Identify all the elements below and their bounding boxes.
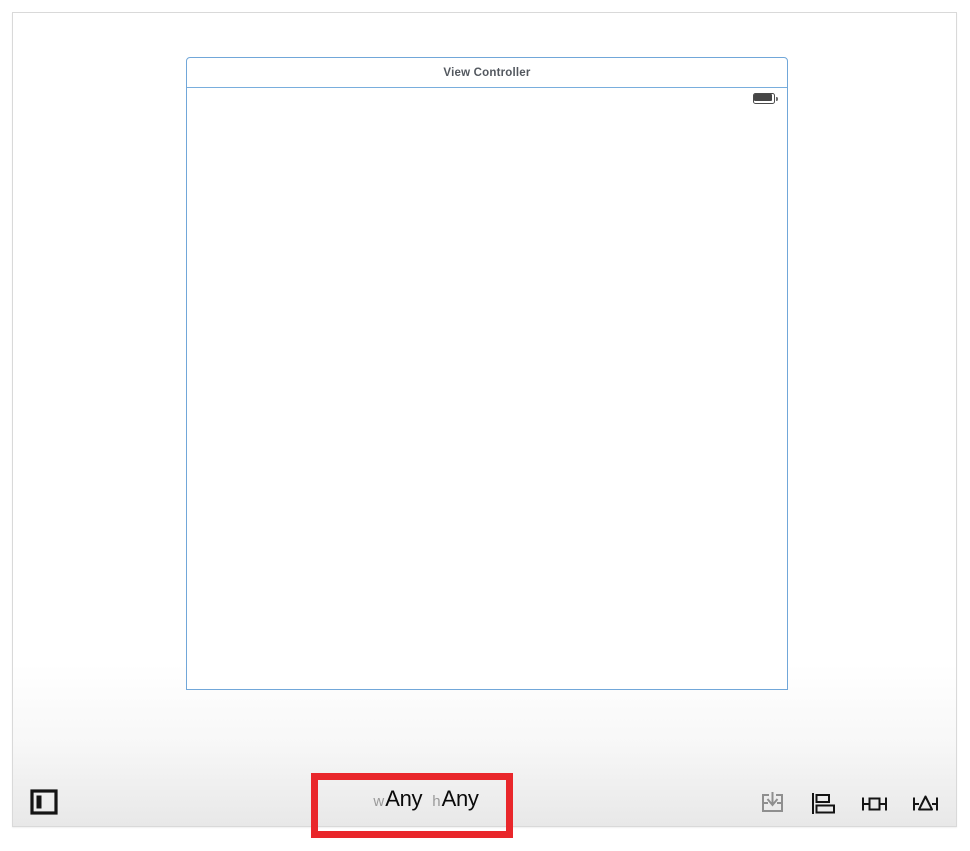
align-icon xyxy=(810,791,837,816)
pin-button[interactable] xyxy=(855,786,893,820)
height-class-value: Any xyxy=(442,786,479,812)
scene-title: View Controller xyxy=(443,67,530,79)
pin-icon xyxy=(860,791,889,816)
resolve-auto-layout-issues-button[interactable] xyxy=(906,786,944,820)
view-controller-scene[interactable]: View Controller xyxy=(186,57,788,690)
align-button[interactable] xyxy=(804,786,842,820)
scene-titlebar[interactable]: View Controller xyxy=(187,58,787,88)
document-outline-toggle-icon xyxy=(30,789,58,818)
embed-in-stack-button[interactable] xyxy=(753,786,791,820)
interface-builder-canvas[interactable]: View Controller w Any h Any xyxy=(12,12,957,827)
height-class-label: h xyxy=(432,793,440,810)
width-class-value: Any xyxy=(385,786,422,812)
auto-layout-toolbar xyxy=(740,786,944,820)
embed-in-stack-icon xyxy=(759,791,786,816)
width-class-label: w xyxy=(373,793,384,810)
view-controller-root-view[interactable] xyxy=(187,88,787,689)
size-class-control[interactable]: w Any h Any xyxy=(346,786,506,820)
resolve-auto-layout-issues-icon xyxy=(911,791,940,816)
battery-full-icon xyxy=(753,93,778,104)
document-outline-toggle-button[interactable] xyxy=(27,787,61,819)
